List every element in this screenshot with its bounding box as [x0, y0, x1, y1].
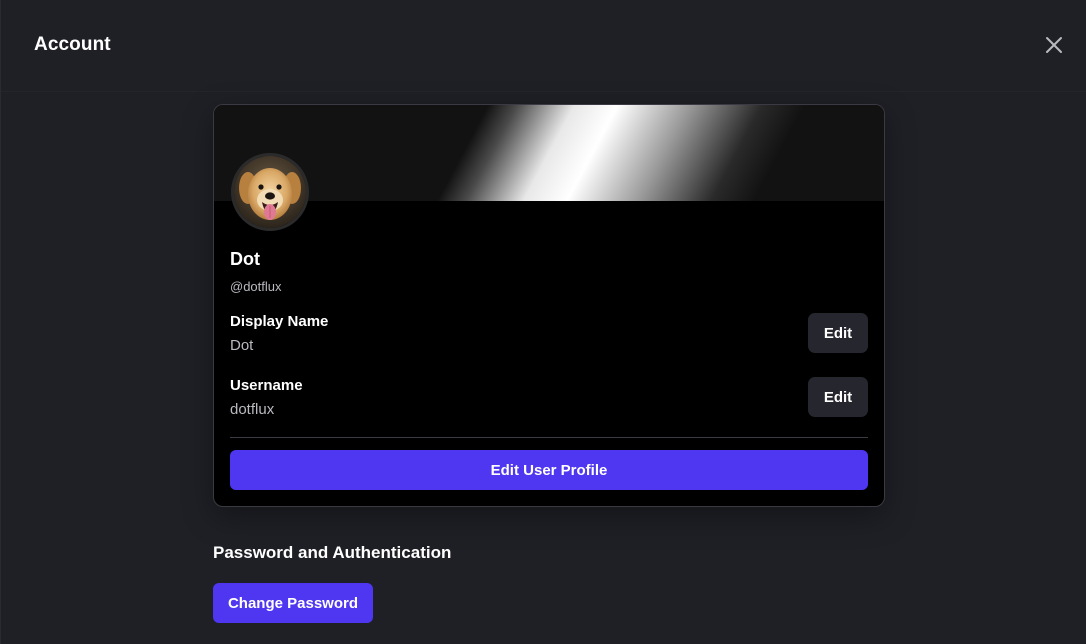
- profile-display-name: Dot: [230, 249, 260, 269]
- edit-username-button[interactable]: Edit: [808, 377, 868, 417]
- close-button[interactable]: [1041, 32, 1067, 58]
- close-icon: [1046, 37, 1062, 53]
- page-title: Account: [34, 34, 111, 55]
- display-name-value: Dot: [230, 337, 254, 354]
- profile-card: Dot @dotflux Display Name Dot Edit Usern…: [213, 104, 885, 507]
- page-header: Account: [1, 0, 1086, 92]
- edit-user-profile-button[interactable]: Edit User Profile: [230, 450, 868, 490]
- avatar-dog-photo: [234, 156, 306, 228]
- divider: [230, 437, 868, 438]
- avatar: [231, 153, 309, 231]
- username-label: Username: [230, 377, 303, 394]
- profile-banner: [214, 105, 884, 201]
- username-value: dotflux: [230, 401, 275, 418]
- profile-handle: @dotflux: [230, 279, 282, 294]
- password-section-heading: Password and Authentication: [213, 543, 452, 562]
- account-settings-window: Account Dot @dotflux Display Name Dot Ed…: [0, 0, 1086, 644]
- display-name-label: Display Name: [230, 313, 329, 330]
- edit-display-name-button[interactable]: Edit: [808, 313, 868, 353]
- change-password-button[interactable]: Change Password: [213, 583, 373, 623]
